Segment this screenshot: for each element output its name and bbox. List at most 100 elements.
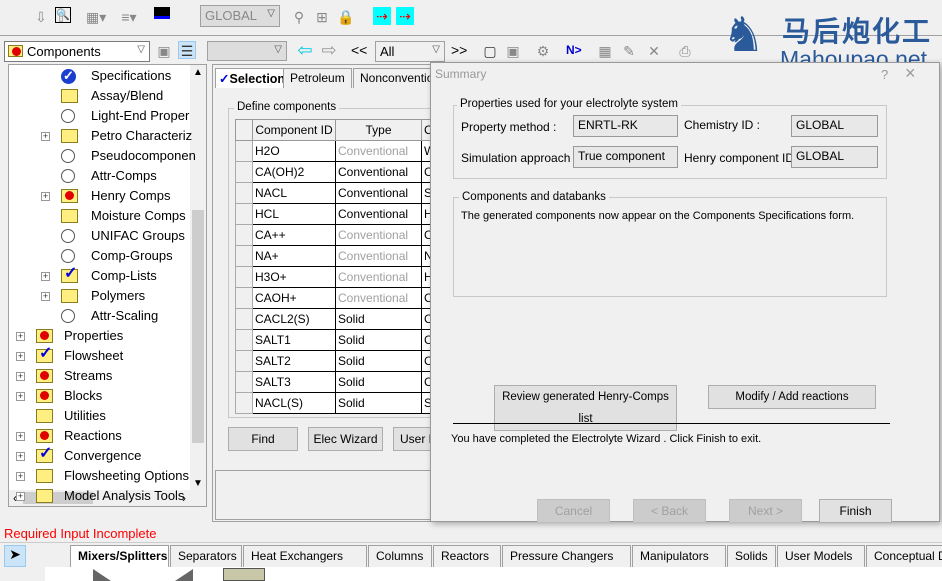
finish-button[interactable]: Finish: [819, 499, 892, 523]
elec-wizard-button[interactable]: Elec Wizard: [308, 427, 383, 451]
tree-view-icon[interactable]: ☰: [178, 41, 196, 59]
edit-icon[interactable]: ≡▾: [120, 8, 138, 26]
type-cell[interactable]: Solid: [335, 392, 422, 414]
table-row[interactable]: H3O+ConventionalH3: [235, 266, 443, 288]
tree-item[interactable]: Specifications: [9, 66, 191, 86]
grid-icon[interactable]: ▦: [596, 42, 614, 60]
expand-icon[interactable]: +: [16, 472, 25, 481]
modify-reactions-button[interactable]: Modify / Add reactions: [708, 385, 876, 409]
save-icon[interactable]: ▣: [504, 42, 522, 60]
tree-item[interactable]: + Reactions: [9, 426, 191, 446]
table-row[interactable]: H2OConventionalW: [235, 140, 443, 162]
type-cell[interactable]: Solid: [335, 350, 422, 372]
tree-item[interactable]: Light-End Proper: [9, 106, 191, 126]
select-pointer-icon[interactable]: ➤: [4, 545, 26, 567]
palette-tab[interactable]: Pressure Changers: [502, 545, 631, 567]
row-header[interactable]: [235, 245, 253, 267]
row-header[interactable]: [235, 392, 253, 414]
expand-icon[interactable]: +: [41, 272, 50, 281]
row-header[interactable]: [235, 182, 253, 204]
row-header[interactable]: [235, 140, 253, 162]
type-cell[interactable]: Conventional: [335, 140, 422, 162]
form-combo[interactable]: Components ▽: [4, 41, 150, 62]
ssplit-icon[interactable]: [223, 568, 265, 581]
expand-icon[interactable]: +: [41, 132, 50, 141]
component-id-cell[interactable]: HCL: [252, 203, 336, 225]
type-cell[interactable]: Conventional: [335, 245, 422, 267]
type-cell[interactable]: Solid: [335, 329, 422, 351]
palette-tab[interactable]: Manipulators: [632, 545, 726, 567]
global-combo[interactable]: GLOBAL ▽: [200, 5, 280, 27]
mixer-icon[interactable]: [93, 569, 111, 581]
type-cell[interactable]: Conventional: [335, 266, 422, 288]
component-id-cell[interactable]: H3O+: [252, 266, 336, 288]
table-row[interactable]: NA+ConventionalNA: [235, 245, 443, 267]
table-row[interactable]: HCLConventionalHY: [235, 203, 443, 225]
row-header[interactable]: [235, 350, 253, 372]
filter-combo[interactable]: All ▽: [375, 41, 445, 62]
tree-item[interactable]: Comp-Groups: [9, 246, 191, 266]
component-id-cell[interactable]: NACL(S): [252, 392, 336, 414]
component-id-cell[interactable]: SALT1: [252, 329, 336, 351]
step-icon[interactable]: ⇢: [396, 7, 414, 25]
table-row[interactable]: CAOH+ConventionalCA: [235, 287, 443, 309]
close-button[interactable]: ×: [905, 63, 916, 84]
next-required-button[interactable]: N>: [566, 43, 582, 57]
report-icon[interactable]: ⎙: [676, 42, 694, 60]
expand-icon[interactable]: +: [41, 192, 50, 201]
pencil-icon[interactable]: ✎: [620, 42, 638, 60]
arrow-right-icon[interactable]: ⇨: [320, 41, 338, 59]
tree-item[interactable]: Attr-Scaling: [9, 306, 191, 326]
table-row[interactable]: CACL2(S)SolidCA: [235, 308, 443, 330]
new-icon[interactable]: ▢: [481, 42, 499, 60]
type-cell[interactable]: Conventional: [335, 287, 422, 309]
tree-item[interactable]: + Blocks: [9, 386, 191, 406]
row-header[interactable]: [235, 203, 253, 225]
palette-tab[interactable]: Heat Exchangers: [243, 545, 367, 567]
table-row[interactable]: NACLConventionalSO: [235, 182, 443, 204]
find-icon[interactable]: ⚲: [290, 8, 308, 26]
gear-icon[interactable]: ⚙: [534, 42, 552, 60]
component-id-cell[interactable]: SALT3: [252, 371, 336, 393]
expand-icon[interactable]: +: [16, 392, 25, 401]
table-row[interactable]: SALT3SolidCA: [235, 371, 443, 393]
expand-icon[interactable]: +: [41, 292, 50, 301]
tree-item[interactable]: + Henry Comps: [9, 186, 191, 206]
palette-tab[interactable]: Conceptual Design: [866, 545, 942, 567]
next-button[interactable]: Next >: [729, 499, 802, 523]
palette-tab[interactable]: Columns: [368, 545, 432, 567]
component-id-cell[interactable]: NACL: [252, 182, 336, 204]
component-id-cell[interactable]: CA(OH)2: [252, 161, 336, 183]
arrow-left-icon[interactable]: ⇦: [296, 41, 314, 59]
prev-button[interactable]: <<: [351, 42, 367, 58]
tree-item[interactable]: + Comp-Lists: [9, 264, 191, 286]
expand-icon[interactable]: +: [16, 452, 25, 461]
type-cell[interactable]: Solid: [335, 371, 422, 393]
tree-item[interactable]: + Petro Characteriz: [9, 126, 192, 146]
tab-selection[interactable]: ✓Selection: [215, 68, 293, 88]
tree-item[interactable]: + Convergence: [9, 444, 191, 466]
expand-icon[interactable]: +: [16, 492, 25, 501]
table-row[interactable]: CA++ConventionalCA: [235, 224, 443, 246]
find-button[interactable]: Find: [228, 427, 298, 451]
tree-item[interactable]: + Model Analysis Tools: [9, 486, 191, 506]
component-id-cell[interactable]: NA+: [252, 245, 336, 267]
palette-tab[interactable]: Mixers/Splitters: [70, 545, 169, 567]
component-id-cell[interactable]: CACL2(S): [252, 308, 336, 330]
component-id-cell[interactable]: CAOH+: [252, 287, 336, 309]
type-cell[interactable]: Conventional: [335, 182, 422, 204]
next-button[interactable]: >>: [451, 42, 467, 58]
splitter-icon[interactable]: [175, 569, 193, 581]
folder-icon[interactable]: ▣: [155, 42, 173, 60]
palette-tab[interactable]: Separators: [170, 545, 242, 567]
tree-item[interactable]: + Polymers: [9, 286, 191, 306]
type-cell[interactable]: Solid: [335, 308, 422, 330]
type-cell[interactable]: Conventional: [335, 203, 422, 225]
back-icon[interactable]: ⇩: [32, 8, 50, 26]
row-header[interactable]: [235, 266, 253, 288]
table-row[interactable]: CA(OH)2ConventionalCA: [235, 161, 443, 183]
component-id-cell[interactable]: CA++: [252, 224, 336, 246]
row-header[interactable]: [235, 224, 253, 246]
tree-item[interactable]: Attr-Comps: [9, 166, 191, 186]
help-button[interactable]: ?: [881, 67, 888, 82]
